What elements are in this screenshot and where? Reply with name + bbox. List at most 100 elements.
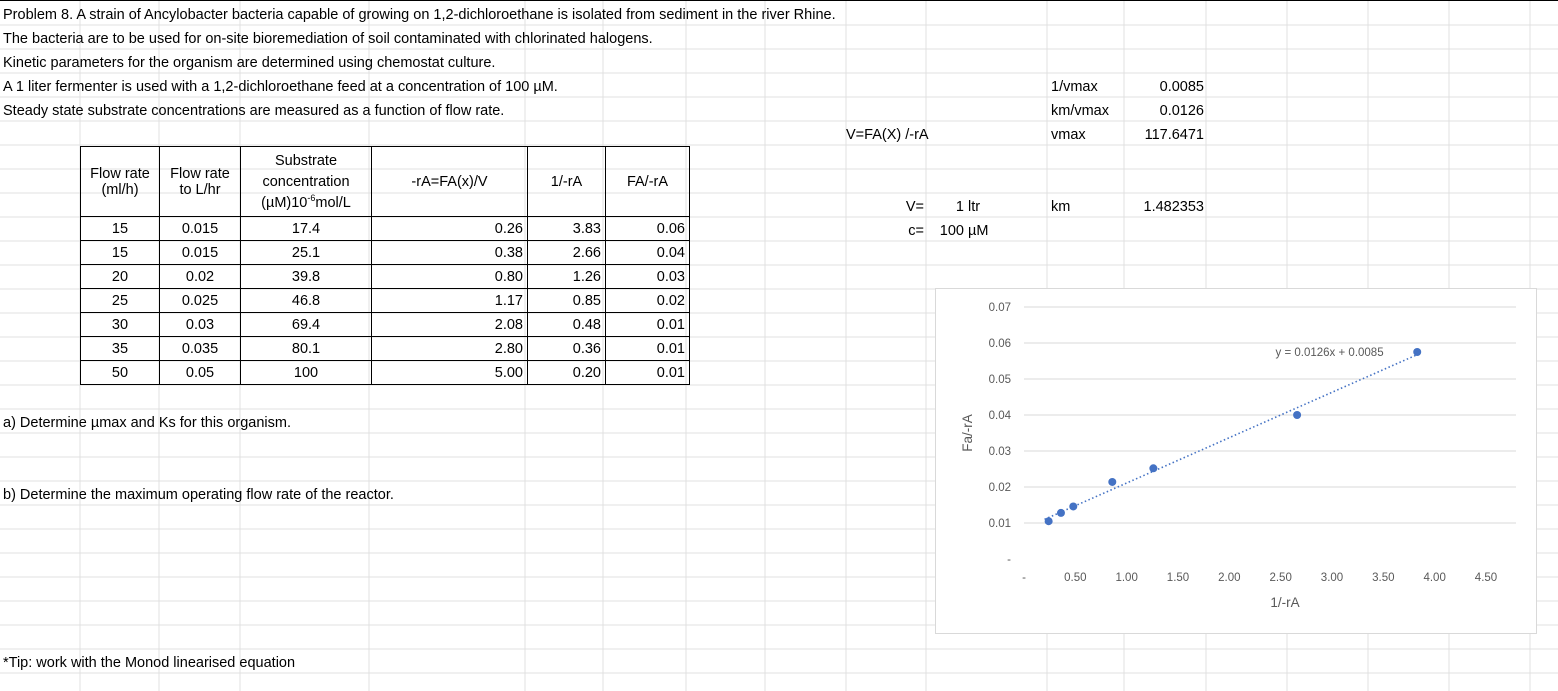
cell-ra[interactable]: 1.17: [371, 288, 528, 313]
v-unit: ltr: [968, 199, 981, 215]
data-point: [1293, 411, 1302, 419]
y-tick-label: 0.04: [989, 410, 1012, 422]
cell-substrate[interactable]: 80.1: [240, 336, 372, 361]
cell-substrate[interactable]: 100: [240, 360, 372, 385]
data-point: [1069, 502, 1078, 511]
cell-flow-ml[interactable]: 20: [80, 264, 160, 289]
cell-inv-ra[interactable]: 0.20: [527, 360, 606, 385]
cell-flow-ml[interactable]: 25: [80, 288, 160, 313]
cell-flow-ml[interactable]: 30: [80, 312, 160, 337]
cell-ra[interactable]: 2.80: [371, 336, 528, 361]
cell-inv-ra[interactable]: 0.48: [527, 312, 606, 337]
x-tick-label: 3.50: [1372, 572, 1394, 584]
table-row: 15 0.015 17.4 0.26 3.83 0.06: [80, 216, 690, 241]
cell-ra[interactable]: 5.00: [371, 360, 528, 385]
data-point: [1413, 348, 1422, 356]
header-text: (ml/h): [101, 181, 139, 198]
x-axis-title: 1/-rA: [1270, 595, 1299, 610]
x-tick-label: 4.50: [1475, 572, 1497, 584]
cell-substrate[interactable]: 25.1: [240, 240, 372, 265]
header-flow-ml[interactable]: Flow rate (ml/h): [80, 146, 160, 217]
table-row: 35 0.035 80.1 2.80 0.36 0.01: [80, 336, 690, 361]
v-label: V=: [905, 199, 924, 215]
formula-text: V=FA(X) /-rA: [846, 127, 929, 143]
chart-area[interactable]: - 0.01 0.02 0.03 0.04 0.05 0.06 0.07 - 0.50 1.00 1.…: [935, 288, 1537, 634]
header-substrate[interactable]: Substrate concentration (µM)10-6mol/L: [240, 146, 372, 217]
cell-flow-ml[interactable]: 35: [80, 336, 160, 361]
cell-flow-l[interactable]: 0.025: [159, 288, 241, 313]
cell-inv-ra[interactable]: 0.85: [527, 288, 606, 313]
cell-flow-l[interactable]: 0.035: [159, 336, 241, 361]
cell-inv-ra[interactable]: 3.83: [527, 216, 606, 241]
data-point: [1149, 464, 1158, 473]
cell-ra[interactable]: 2.08: [371, 312, 528, 337]
y-tick-label: 0.02: [989, 482, 1011, 494]
cell-fa-ra[interactable]: 0.02: [605, 288, 690, 313]
cell-flow-ml[interactable]: 50: [80, 360, 160, 385]
cell-fa-ra[interactable]: 0.03: [605, 264, 690, 289]
header-fa-ra[interactable]: FA/-rA: [605, 146, 690, 217]
cell-ra[interactable]: 0.38: [371, 240, 528, 265]
header-ra[interactable]: -rA=FA(x)/V: [371, 146, 528, 217]
inv-vmax-value[interactable]: 0.0085: [1124, 78, 1204, 96]
cell-inv-ra[interactable]: 1.26: [527, 264, 606, 289]
c-unit: µM: [968, 223, 989, 239]
y-axis-title: Fa/-rA: [960, 414, 975, 452]
c-value[interactable]: 100: [930, 222, 964, 240]
km-value[interactable]: 1.482353: [1124, 198, 1204, 216]
header-flow-l[interactable]: Flow rate to L/hr: [159, 146, 241, 217]
cell-fa-ra[interactable]: 0.06: [605, 216, 690, 241]
data-point: [1044, 517, 1053, 526]
cell-substrate[interactable]: 17.4: [240, 216, 372, 241]
cell-fa-ra[interactable]: 0.01: [605, 336, 690, 361]
question-a: a) Determine µmax and Ks for this organi…: [3, 415, 291, 431]
header-text: (µM)10-6mol/L: [241, 193, 371, 211]
cell-flow-l[interactable]: 0.05: [159, 360, 241, 385]
y-tick-label: 0.01: [989, 518, 1011, 530]
header-text-part: (µM)10: [261, 194, 308, 211]
inv-vmax-label: 1/vmax: [1051, 79, 1098, 95]
problem-line-5: Steady state substrate concentrations ar…: [3, 103, 505, 119]
data-table: Flow rate (ml/h) Flow rate to L/hr Subst…: [80, 146, 690, 385]
cell-substrate[interactable]: 39.8: [240, 264, 372, 289]
cell-substrate[interactable]: 69.4: [240, 312, 372, 337]
cell-flow-l[interactable]: 0.03: [159, 312, 241, 337]
x-tick-label: 0.50: [1064, 572, 1086, 584]
problem-line-2: The bacteria are to be used for on-site …: [3, 31, 653, 47]
table-row: 25 0.025 46.8 1.17 0.85 0.02: [80, 288, 690, 313]
table-row: 30 0.03 69.4 2.08 0.48 0.01: [80, 312, 690, 337]
cell-ra[interactable]: 0.80: [371, 264, 528, 289]
c-label: c=: [908, 223, 924, 239]
vmax-value[interactable]: 117.6471: [1124, 126, 1204, 144]
cell-fa-ra[interactable]: 0.04: [605, 240, 690, 265]
header-text-part: mol/L: [315, 194, 351, 211]
cell-flow-ml[interactable]: 15: [80, 240, 160, 265]
x-tick-label: 2.00: [1218, 572, 1240, 584]
cell-fa-ra[interactable]: 0.01: [605, 312, 690, 337]
header-text: Flow rate: [170, 165, 230, 182]
x-tick-label: 4.00: [1423, 572, 1445, 584]
trendline-equation: y = 0.0126x + 0.0085: [1276, 347, 1384, 359]
v-value[interactable]: 1: [930, 198, 964, 216]
x-tick-label: 3.00: [1321, 572, 1343, 584]
question-b: b) Determine the maximum operating flow …: [3, 487, 394, 503]
table-row: 20 0.02 39.8 0.80 1.26 0.03: [80, 264, 690, 289]
cell-fa-ra[interactable]: 0.01: [605, 360, 690, 385]
cell-flow-l[interactable]: 0.02: [159, 264, 241, 289]
x-tick-label: 2.50: [1269, 572, 1291, 584]
cell-flow-l[interactable]: 0.015: [159, 240, 241, 265]
km-vmax-value[interactable]: 0.0126: [1124, 102, 1204, 120]
cell-inv-ra[interactable]: 2.66: [527, 240, 606, 265]
header-inv-ra[interactable]: 1/-rA: [527, 146, 606, 217]
cell-inv-ra[interactable]: 0.36: [527, 336, 606, 361]
problem-line-4: A 1 liter fermenter is used with a 1,2-d…: [3, 79, 558, 95]
x-tick-label: -: [1022, 572, 1026, 584]
problem-line-1: Problem 8. A strain of Ancylobacter bact…: [3, 7, 836, 23]
header-text: to L/hr: [179, 181, 221, 198]
cell-ra[interactable]: 0.26: [371, 216, 528, 241]
cell-flow-l[interactable]: 0.015: [159, 216, 241, 241]
cell-flow-ml[interactable]: 15: [80, 216, 160, 241]
cell-substrate[interactable]: 46.8: [240, 288, 372, 313]
scatter-chart: - 0.01 0.02 0.03 0.04 0.05 0.06 0.07 - 0.50 1.00 1.…: [960, 302, 1516, 610]
km-vmax-label: km/vmax: [1051, 103, 1109, 119]
